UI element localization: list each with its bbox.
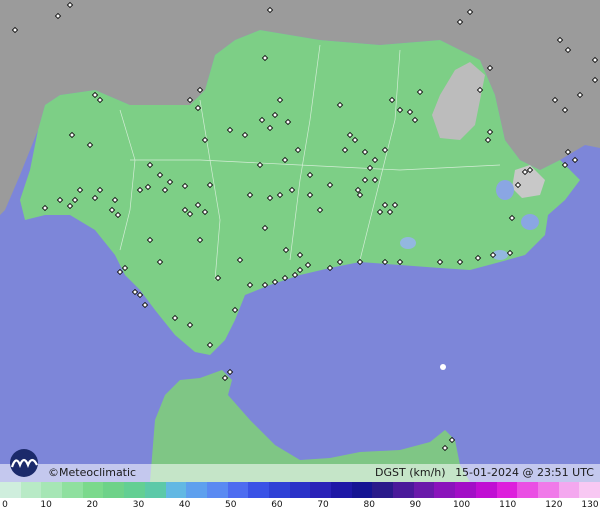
legend-label: 100 (452, 500, 471, 510)
legend-swatch (206, 482, 228, 498)
legend-color-bar (0, 482, 600, 498)
legend-swatch (310, 482, 331, 498)
legend-swatch (268, 482, 290, 498)
legend-label: 10 (40, 500, 52, 510)
legend-label: 110 (499, 500, 517, 510)
meteoclimatic-logo-icon (10, 449, 38, 477)
legend-swatch (558, 482, 580, 498)
legend-swatch (248, 482, 269, 498)
legend-swatch (517, 482, 538, 498)
legend-label: 120 (545, 500, 563, 510)
legend-swatch (165, 482, 187, 498)
legend-swatch (103, 482, 125, 498)
brand-label: ©Meteoclimatic (48, 466, 137, 479)
legend-swatch (41, 482, 63, 498)
legend-swatch (62, 482, 83, 498)
legend-label: 60 (271, 500, 283, 510)
legend-swatch (475, 482, 497, 498)
legend-swatch (186, 482, 207, 498)
legend-label: 0 (2, 500, 8, 510)
gust-patch (400, 237, 416, 249)
legend-label: 20 (86, 500, 99, 510)
legend-swatch (144, 482, 166, 498)
legend-swatch (496, 482, 518, 498)
map-canvas (0, 0, 600, 482)
legend-label: 130 (581, 500, 599, 510)
legend-label: 70 (317, 500, 329, 510)
legend-swatch (124, 482, 145, 498)
legend-swatch (20, 482, 42, 498)
legend-labels: 0 10 20 30 40 50 60 70 80 90 100 110 120 130 (0, 500, 600, 514)
legend-swatch (579, 482, 600, 498)
wind-gust-map: ©Meteoclimatic DGST (km/h) 15-01-2024 @ … (0, 0, 600, 517)
legend-swatch (434, 482, 456, 498)
legend-swatch (455, 482, 476, 498)
legend-swatch (413, 482, 435, 498)
gust-patch (496, 180, 514, 200)
map-info: DGST (km/h) 15-01-2024 @ 23:51 UTC (369, 466, 594, 479)
color-legend: 0 10 20 30 40 50 60 70 80 90 100 110 120 130 (0, 482, 600, 517)
parameter-label: DGST (km/h) (375, 466, 446, 479)
legend-swatch (82, 482, 104, 498)
legend-swatch (372, 482, 394, 498)
legend-swatch (227, 482, 249, 498)
legend-swatch (393, 482, 414, 498)
gust-patch (521, 214, 539, 230)
legend-label: 30 (132, 500, 145, 510)
legend-swatch (537, 482, 559, 498)
legend-swatch (0, 482, 21, 498)
legend-label: 90 (409, 500, 422, 510)
legend-swatch (289, 482, 311, 498)
legend-label: 40 (178, 500, 191, 510)
alboran-island (440, 364, 446, 370)
legend-swatch (351, 482, 373, 498)
datetime-label: 15-01-2024 @ 23:51 UTC (455, 466, 594, 479)
legend-swatch (331, 482, 352, 498)
legend-label: 80 (363, 500, 375, 510)
legend-label: 50 (225, 500, 237, 510)
